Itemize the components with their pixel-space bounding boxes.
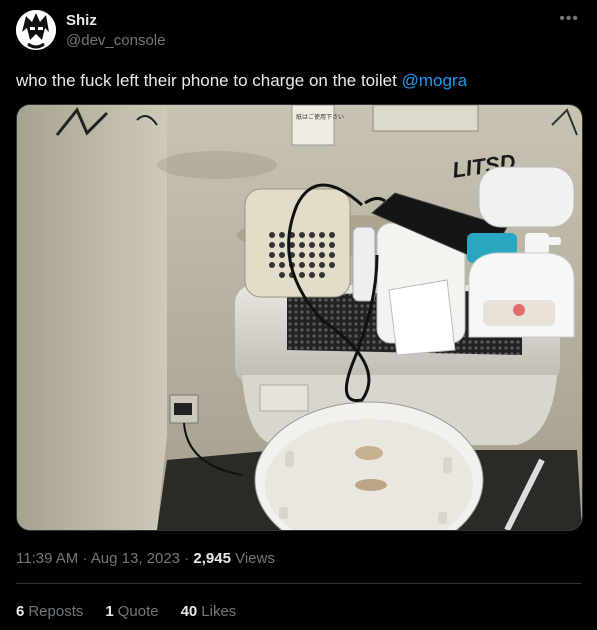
tweet-date[interactable]: Aug 13, 2023 bbox=[91, 550, 180, 567]
likes-stat[interactable]: 40 Likes bbox=[181, 603, 237, 620]
quotes-count: 1 bbox=[105, 603, 114, 620]
likes-label: Likes bbox=[201, 603, 237, 620]
mention-link[interactable]: @mogra bbox=[402, 71, 467, 90]
author-handle[interactable]: @dev_console bbox=[66, 32, 165, 49]
tweet-time[interactable]: 11:39 AM bbox=[16, 550, 78, 567]
quotes-stat[interactable]: 1 Quote bbox=[105, 603, 158, 620]
reposts-count: 6 bbox=[16, 603, 25, 620]
toilet-sign-text: 紙はご使用下さい bbox=[296, 113, 344, 121]
views-label: Views bbox=[235, 550, 275, 567]
meta-separator: · bbox=[184, 550, 190, 567]
avatar[interactable] bbox=[16, 10, 56, 50]
likes-count: 40 bbox=[180, 603, 198, 620]
tweet-text: who the fuck left their phone to charge … bbox=[16, 70, 467, 92]
tweet-meta: 11:39 AM · Aug 13, 2023 · 2,945 Views bbox=[16, 550, 275, 567]
divider bbox=[16, 583, 581, 584]
reposts-stat[interactable]: 6 Reposts bbox=[16, 603, 83, 620]
quotes-label: Quote bbox=[117, 603, 159, 620]
reposts-label: Reposts bbox=[28, 603, 84, 620]
engagement-stats: 6 Reposts 1 Quote 40 Likes bbox=[16, 603, 236, 620]
tweet-photo[interactable]: LITSD 紙はご使用下さい bbox=[16, 104, 583, 531]
views-count: 2,945 bbox=[193, 550, 231, 567]
meta-separator: · bbox=[82, 550, 88, 567]
tweet-body: who the fuck left their phone to charge … bbox=[16, 71, 402, 90]
author-name[interactable]: Shiz bbox=[66, 12, 97, 29]
more-horizontal-icon[interactable]: ••• bbox=[559, 10, 579, 28]
